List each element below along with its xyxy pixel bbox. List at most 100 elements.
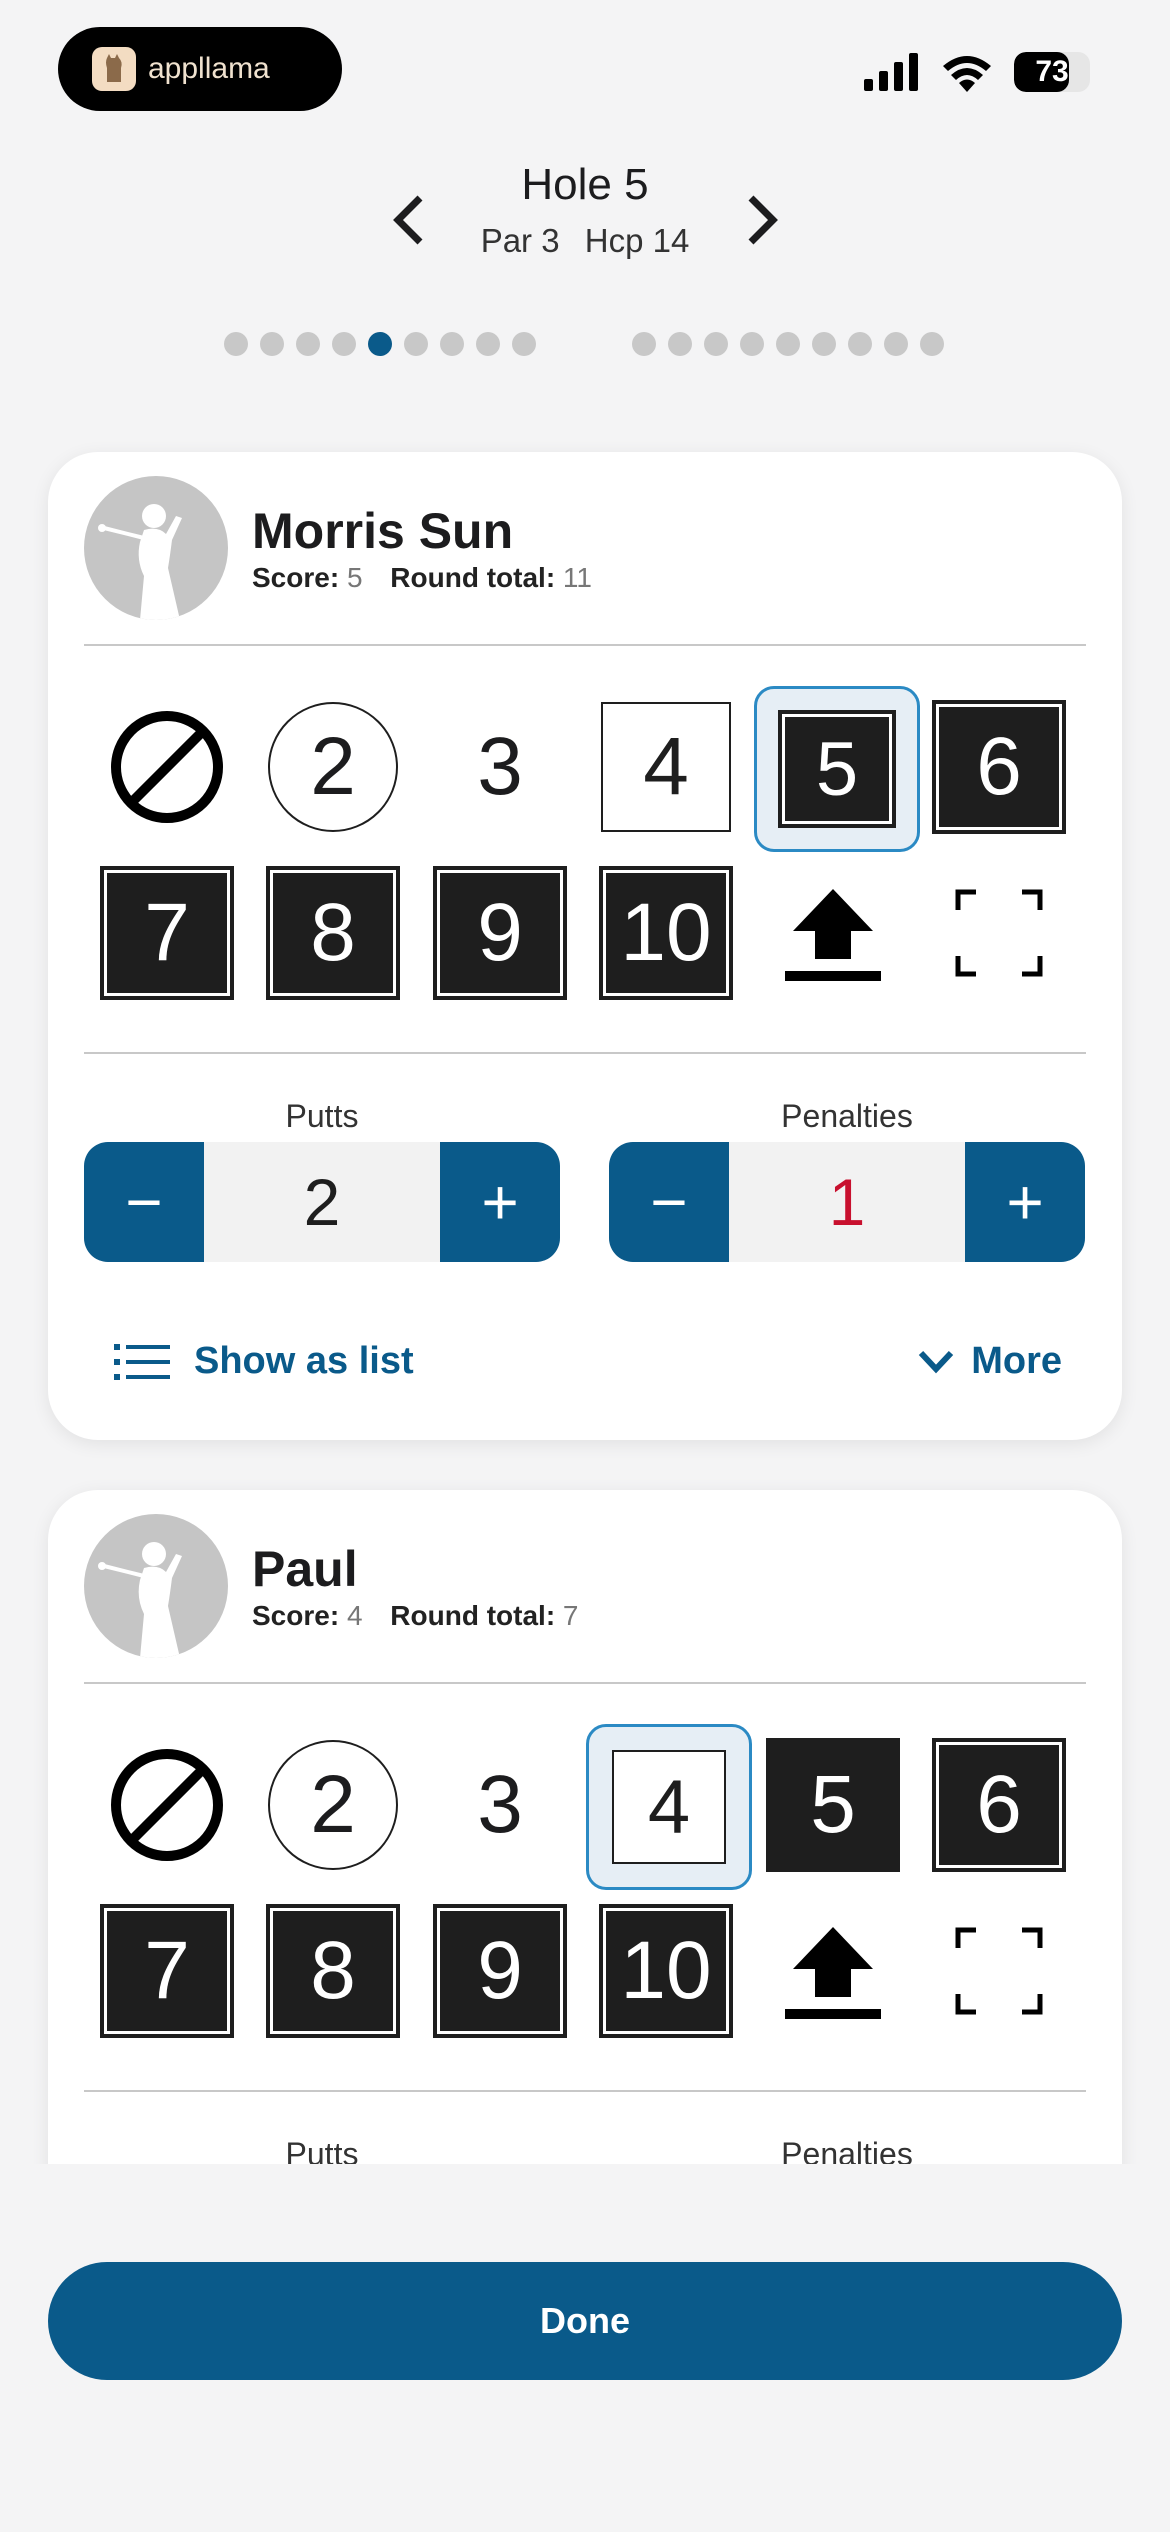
penalties-minus-button[interactable]: − [609, 1142, 729, 1262]
hole-dot[interactable] [632, 332, 656, 356]
hole-dot[interactable] [920, 332, 944, 356]
score-option-10[interactable]: 10 [599, 866, 733, 1000]
hole-dot[interactable] [884, 332, 908, 356]
score-option-3[interactable]: 3 [435, 702, 565, 832]
score-option-label: 3 [477, 1759, 523, 1850]
score-value: 4 [346, 1600, 363, 1631]
list-icon [114, 1343, 170, 1380]
hole-header: Hole 5 Par 3 Hcp 14 [0, 150, 1170, 280]
hole-info: Par 3 Hcp 14 [0, 222, 1170, 260]
hole-pager[interactable] [0, 330, 1170, 358]
hole-dot[interactable] [776, 332, 800, 356]
hole-dot[interactable] [668, 332, 692, 356]
hole-dot[interactable] [296, 332, 320, 356]
score-option-8[interactable]: 8 [266, 866, 400, 1000]
score-option-label: 7 [100, 866, 234, 1000]
round-total-label: Round total: [390, 1600, 556, 1631]
expand-icon [955, 889, 1043, 977]
hole-dot[interactable] [848, 332, 872, 356]
expand-button[interactable] [934, 868, 1064, 998]
battery-icon: 73 [1014, 52, 1090, 92]
done-button[interactable]: Done [48, 2262, 1122, 2380]
chevron-down-icon [919, 1350, 954, 1373]
penalties-plus-button[interactable]: + [965, 1142, 1085, 1262]
score-option-6[interactable]: 6 [932, 1738, 1066, 1872]
more-label: More [971, 1340, 1062, 1382]
golfer-avatar-icon [84, 1514, 228, 1658]
status-icons: 73 [864, 52, 1090, 92]
penalties-label: Penalties [781, 1098, 913, 1134]
score-option-8[interactable]: 8 [266, 1904, 400, 2038]
score-option-label: 4 [601, 702, 731, 832]
pick-up-button[interactable] [768, 868, 898, 998]
chevron-right-icon [748, 195, 778, 245]
player-name: Morris Sun [252, 503, 514, 559]
score-value: 5 [346, 562, 363, 593]
expand-button[interactable] [934, 1906, 1064, 2036]
score-option-9[interactable]: 9 [433, 1904, 567, 2038]
hole-dot[interactable] [224, 332, 248, 356]
round-total-value: 7 [562, 1600, 579, 1631]
golfer-avatar-icon [84, 476, 228, 620]
divider [84, 644, 1086, 646]
score-option-10[interactable]: 10 [599, 1904, 733, 2038]
putts-plus-button[interactable]: + [440, 1142, 560, 1262]
score-option-6[interactable]: 6 [932, 700, 1066, 834]
no-score-icon [111, 1749, 223, 1861]
show-as-list-button[interactable]: Show as list [114, 1340, 414, 1383]
putts-minus-button[interactable]: − [84, 1142, 204, 1262]
score-option-7[interactable]: 7 [100, 866, 234, 1000]
score-option-label: 8 [266, 866, 400, 1000]
previous-hole-button[interactable] [378, 180, 438, 260]
putts-stepper: − 2 + [84, 1142, 560, 1262]
round-total-value: 11 [562, 562, 592, 593]
hole-dot[interactable] [404, 332, 428, 356]
score-option-label: 5 [766, 1738, 900, 1872]
hole-dot[interactable] [440, 332, 464, 356]
hole-dot[interactable] [332, 332, 356, 356]
hole-dot[interactable] [476, 332, 500, 356]
score-option-5[interactable]: 5 [766, 1738, 900, 1872]
score-option-label: 4 [612, 1750, 726, 1864]
pick-up-icon [785, 889, 881, 981]
score-option-9[interactable]: 9 [433, 866, 567, 1000]
score-option-2[interactable]: 2 [268, 1740, 398, 1870]
score-option-7[interactable]: 7 [100, 1904, 234, 2038]
hole-dot[interactable] [740, 332, 764, 356]
pick-up-button[interactable] [768, 1906, 898, 2036]
status-bar: appllama 73 [0, 0, 1170, 130]
hole-dot[interactable] [260, 332, 284, 356]
player-stats: Score: 4 Round total: 7 [252, 1600, 599, 1632]
player-card: Morris Sun Score: 5 Round total: 11 2 3 … [48, 452, 1122, 1440]
expand-icon [955, 1927, 1043, 2015]
score-option-label: 8 [266, 1904, 400, 2038]
next-hole-button[interactable] [733, 180, 793, 260]
hole-dot[interactable] [368, 332, 392, 356]
score-option-4-selected[interactable]: 4 [586, 1724, 752, 1890]
hole-dot[interactable] [812, 332, 836, 356]
signal-icon [864, 53, 918, 91]
score-option-4[interactable]: 4 [601, 702, 731, 832]
penalties-value: 1 [828, 1165, 866, 1239]
pick-up-icon [785, 1927, 881, 2019]
llama-logo-icon [92, 47, 136, 91]
wifi-icon [943, 56, 991, 92]
brand-pill: appllama [58, 27, 342, 111]
no-score-button[interactable] [102, 702, 232, 832]
score-option-2[interactable]: 2 [268, 702, 398, 832]
hole-dot[interactable] [704, 332, 728, 356]
hole-title: Hole 5 [521, 160, 649, 209]
score-option-label: 10 [599, 1904, 733, 2038]
hole-par: Par 3 [480, 222, 560, 259]
no-score-button[interactable] [102, 1740, 232, 1870]
score-option-5-selected[interactable]: 5 [754, 686, 920, 852]
player-stats: Score: 5 Round total: 11 [252, 562, 612, 594]
brand-name: appllama [148, 52, 270, 85]
score-option-label: 6 [932, 1738, 1066, 1872]
score-option-label: 3 [477, 721, 523, 812]
more-button[interactable]: More [917, 1340, 1062, 1383]
hole-dot[interactable] [512, 332, 536, 356]
score-option-3[interactable]: 3 [435, 1740, 565, 1870]
score-option-label: 9 [433, 866, 567, 1000]
divider [84, 1052, 1086, 1054]
